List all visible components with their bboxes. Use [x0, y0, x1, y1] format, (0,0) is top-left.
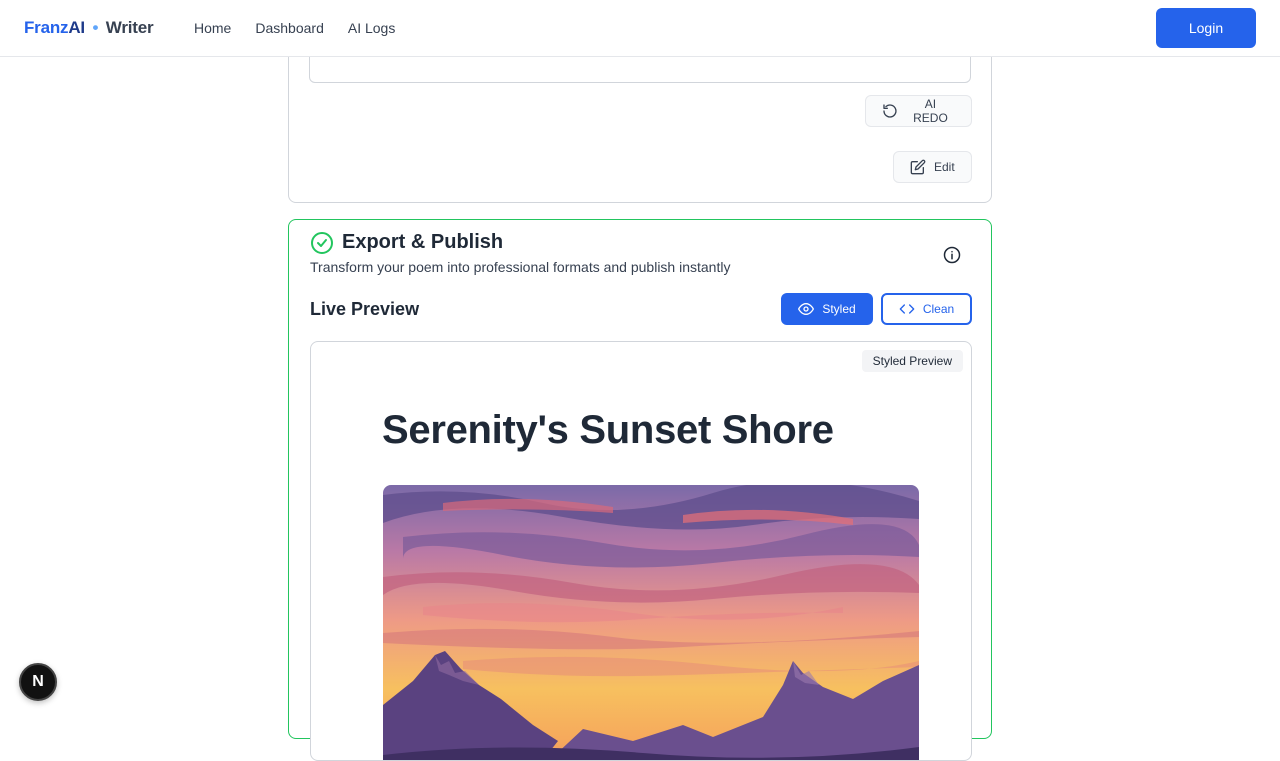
styled-preview-badge: Styled Preview: [861, 350, 963, 372]
main-nav: Home Dashboard AI Logs: [194, 20, 395, 36]
brand-logo[interactable]: FranzAI • Writer: [24, 18, 154, 38]
brand-dot: •: [92, 18, 99, 37]
clean-toggle-button[interactable]: Clean: [881, 293, 972, 325]
login-button[interactable]: Login: [1156, 8, 1256, 48]
brand-part3: Writer: [105, 18, 154, 37]
edit-label: Edit: [934, 160, 955, 174]
top-navigation-bar: FranzAI • Writer Home Dashboard AI Logs …: [0, 0, 1280, 57]
styled-toggle-button[interactable]: Styled: [781, 293, 873, 325]
eye-icon: [798, 303, 815, 315]
export-publish-card: Export & Publish Transform your poem int…: [288, 219, 992, 761]
edit-button[interactable]: Edit: [893, 151, 972, 183]
brand-part2: AI: [68, 18, 85, 37]
brand-part1: Franz: [24, 18, 69, 37]
edit-icon: [910, 159, 926, 175]
poem-title: Serenity's Sunset Shore: [382, 408, 834, 452]
redo-icon: [883, 104, 897, 118]
nav-home[interactable]: Home: [194, 20, 231, 36]
live-preview-frame: Styled Preview Serenity's Sunset Shore: [310, 341, 972, 761]
export-title: Export & Publish: [342, 231, 504, 253]
live-preview-title: Live Preview: [310, 299, 420, 319]
ai-redo-label: AI REDO: [913, 97, 948, 125]
nav-ai-logs[interactable]: AI Logs: [348, 20, 395, 36]
export-subtitle: Transform your poem into professional fo…: [310, 259, 731, 275]
nav-dashboard[interactable]: Dashboard: [255, 20, 324, 36]
styled-label: Styled: [822, 302, 856, 316]
info-icon[interactable]: [943, 246, 961, 264]
ai-redo-button[interactable]: AI REDO: [865, 95, 972, 127]
code-icon: [899, 304, 915, 314]
nextjs-dev-badge[interactable]: N: [19, 663, 57, 701]
clean-label: Clean: [922, 302, 955, 316]
check-circle-icon: [311, 232, 333, 254]
